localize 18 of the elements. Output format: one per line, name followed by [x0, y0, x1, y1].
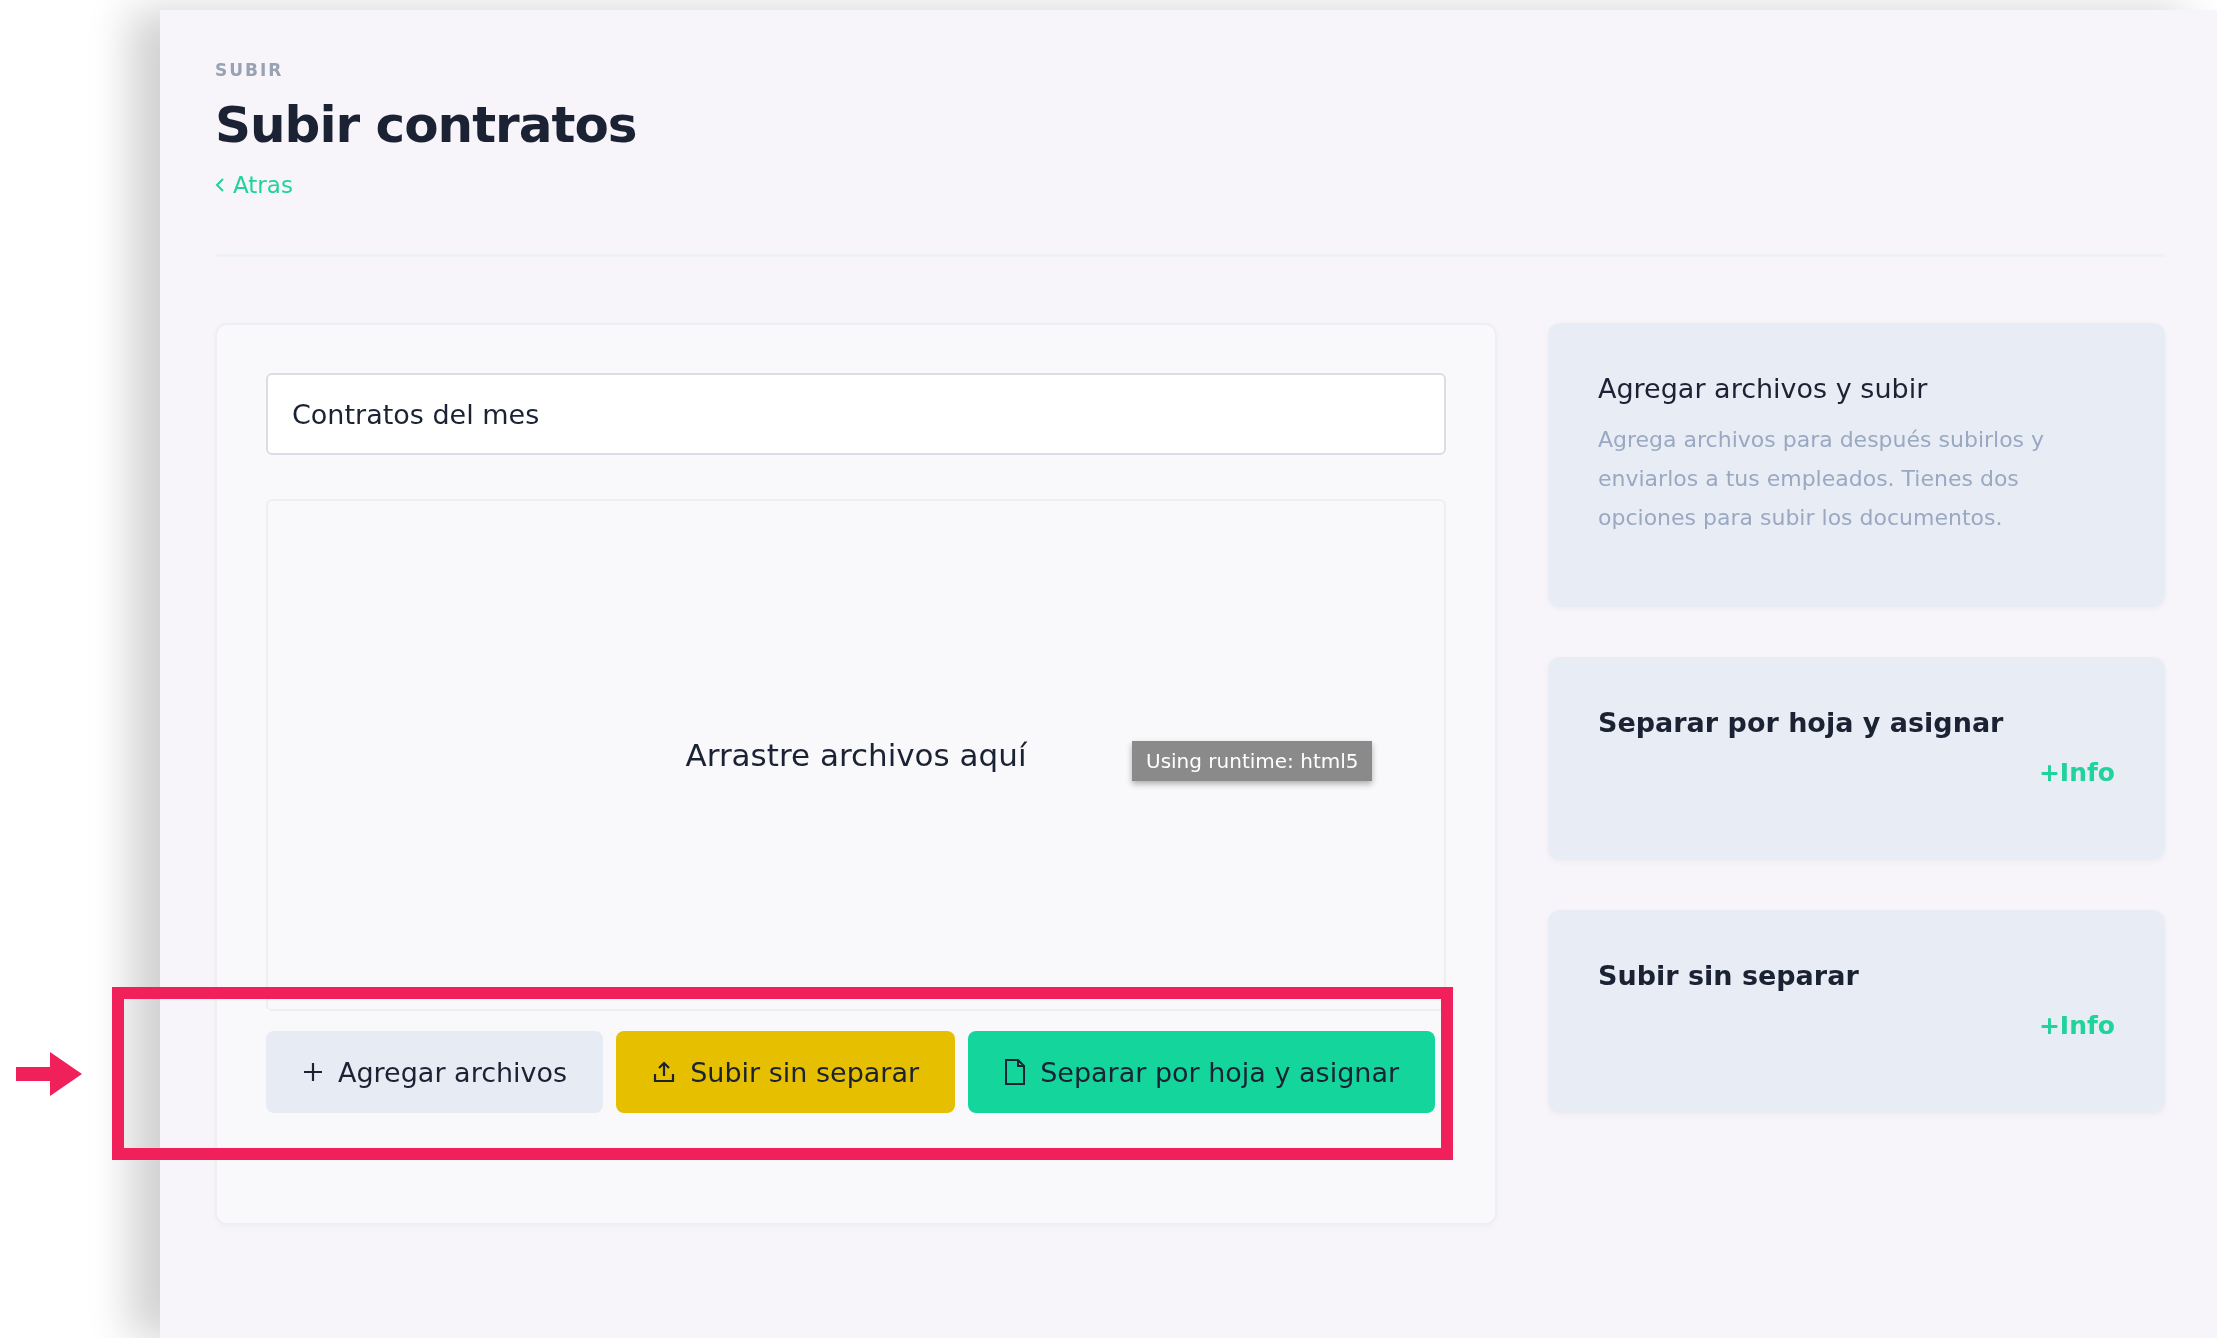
dropzone-prompt: Arrastre archivos aquí: [685, 737, 1027, 773]
document-icon: [1004, 1059, 1027, 1085]
upload-icon: [652, 1060, 677, 1084]
upload-button[interactable]: Subir sin separar: [616, 1031, 956, 1113]
runtime-tooltip: Using runtime: html5: [1132, 741, 1373, 781]
chevron-left-icon: [215, 178, 225, 192]
info-card-description: Agrega archivos para después subirlos y enviarlos a tus empleados. Tienes dos opciones para subir los documentos.: [1598, 426, 2046, 532]
split-assign-button[interactable]: Separar por hoja y asignar: [968, 1031, 1436, 1113]
info-card-title: Separar por hoja y asignar: [1598, 707, 2005, 738]
info-card-title: Agregar archivos y subir: [1598, 373, 1929, 404]
page-eyebrow: SUBIR: [215, 60, 284, 80]
arrow-icon: [16, 1052, 82, 1096]
dropzone[interactable]: Arrastre archivos aquí Using runtime: html5: [266, 499, 1446, 1011]
info-card-title: Subir sin separar: [1598, 960, 1860, 991]
name-field[interactable]: Contratos del mes: [266, 373, 1446, 455]
plus-icon: [302, 1061, 324, 1083]
add-files-button[interactable]: Agregar archivos: [266, 1031, 604, 1113]
page-title: Subir contratos: [215, 96, 637, 154]
